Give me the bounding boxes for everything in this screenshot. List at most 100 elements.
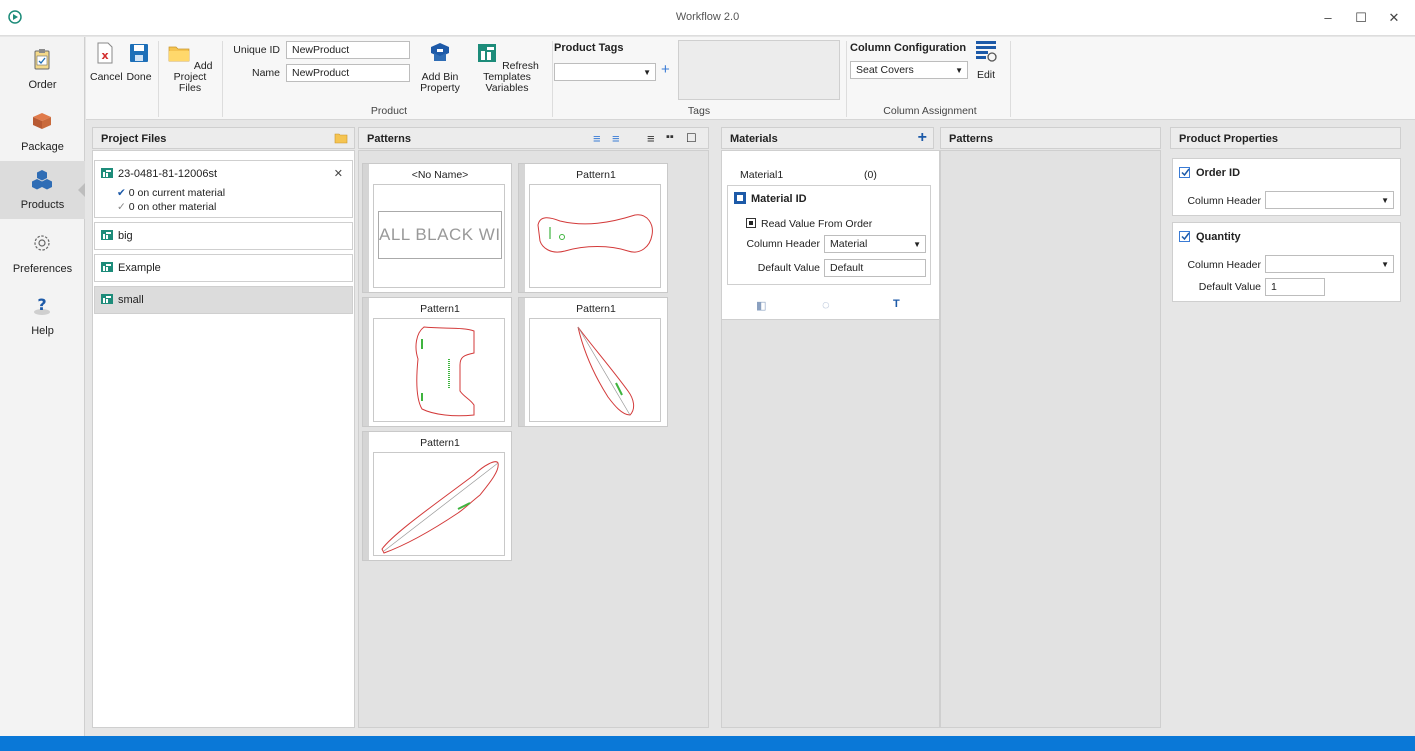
- box-icon: [33, 113, 51, 129]
- clipboard-icon: [34, 49, 50, 70]
- pattern-card[interactable]: Pattern1: [362, 431, 512, 561]
- add-project-files-button[interactable]: Add Project Files: [162, 41, 218, 94]
- pattern-shape: [381, 461, 499, 554]
- single-view-icon[interactable]: ☐: [686, 131, 697, 145]
- read-value-checkbox[interactable]: [746, 218, 756, 228]
- patterns-title: Patterns: [367, 133, 412, 145]
- columns-gear-icon: [976, 41, 997, 62]
- done-button[interactable]: Done: [124, 41, 154, 83]
- tags-group-label: Tags: [687, 105, 711, 117]
- add-bin-property-button[interactable]: Add Bin Property: [418, 41, 462, 94]
- drag-handle[interactable]: [363, 298, 369, 426]
- collapse-all-icon[interactable]: ≡: [612, 131, 620, 146]
- order-id-checkbox[interactable]: [1179, 167, 1190, 178]
- material-card[interactable]: Material1 (0) Material ID Read Value Fro…: [721, 150, 940, 320]
- pattern-preview: [529, 318, 661, 422]
- cancel-button[interactable]: x Cancel: [90, 41, 123, 83]
- drag-handle[interactable]: [519, 298, 525, 426]
- quantity-default-value-label: Default Value: [1198, 281, 1261, 293]
- active-pointer: [78, 183, 85, 197]
- product-group-label: Product: [370, 105, 408, 117]
- material-patterns-header: Patterns: [940, 127, 1161, 149]
- text-tool-icon[interactable]: T: [893, 298, 900, 310]
- close-window-button[interactable]: ✕: [1384, 8, 1404, 28]
- name-label: Name: [251, 67, 280, 79]
- side-navigation: Order Package Products Preferences ? Hel…: [0, 37, 85, 736]
- other-material-count: 0 on other material: [128, 201, 217, 213]
- minimize-button[interactable]: –: [1318, 8, 1338, 28]
- drag-handle[interactable]: [519, 164, 525, 292]
- default-value-input[interactable]: Default: [824, 259, 926, 277]
- refresh-icon[interactable]: ◌: [822, 297, 830, 312]
- quantity-checkbox[interactable]: [1179, 231, 1190, 242]
- order-id-column-header-select[interactable]: ▼: [1265, 191, 1394, 209]
- refresh-templates-button[interactable]: Refresh Templates Variables: [464, 41, 550, 94]
- project-file-card[interactable]: 23-0481-81-12006st ✕ ✔ 0 on current mate…: [94, 160, 353, 218]
- project-file-item-label: Example: [118, 262, 161, 274]
- file-icon: [101, 294, 113, 304]
- dropdown-arrow-icon: ▼: [643, 68, 651, 77]
- name-input[interactable]: NewProduct: [286, 64, 410, 82]
- project-file-item[interactable]: big: [94, 222, 353, 250]
- pattern-card[interactable]: <No Name> ALL BLACK WIRE: [362, 163, 512, 293]
- pattern-card[interactable]: Pattern1: [362, 297, 512, 427]
- quantity-card: Quantity Column Header ▼ Default Value 1: [1172, 222, 1401, 302]
- column-configuration-select[interactable]: Seat Covers ▼: [850, 61, 968, 79]
- window-title: Workflow 2.0: [675, 11, 740, 23]
- column-header-select[interactable]: Material ▼: [824, 235, 926, 253]
- nav-package[interactable]: Package: [0, 103, 85, 161]
- project-files-header: Project Files: [92, 127, 355, 149]
- quantity-column-header-select[interactable]: ▼: [1265, 255, 1394, 273]
- expand-all-icon[interactable]: ≡: [593, 131, 601, 146]
- materials-header: Materials +: [721, 127, 934, 149]
- column-configuration-value: Seat Covers: [856, 64, 914, 76]
- add-tag-button[interactable]: +: [661, 61, 670, 78]
- drag-handle[interactable]: [363, 164, 369, 292]
- grid-view-icon[interactable]: ▪▪: [666, 131, 674, 143]
- status-bar: [0, 736, 1415, 751]
- list-view-icon[interactable]: ≡: [647, 131, 655, 146]
- nav-help-label: Help: [31, 325, 54, 337]
- nav-order-label: Order: [28, 79, 57, 91]
- cubes-icon: [32, 170, 52, 190]
- pattern-card[interactable]: Pattern1: [518, 297, 668, 427]
- nav-package-label: Package: [21, 141, 64, 153]
- add-project-files-label: Add Project Files: [173, 60, 213, 94]
- add-material-button[interactable]: +: [918, 129, 927, 147]
- pattern-card[interactable]: Pattern1: [518, 163, 668, 293]
- check-icon: ✔: [117, 187, 126, 199]
- nav-preferences[interactable]: Preferences: [0, 225, 85, 283]
- patterns-header: Patterns ≡ ≡ ≡ ▪▪ ☐: [358, 127, 709, 149]
- back-icon[interactable]: ◧: [756, 299, 766, 312]
- remove-file-button[interactable]: ✕: [334, 167, 343, 180]
- pattern-shape: [415, 326, 475, 417]
- order-id-title: Order ID: [1196, 167, 1241, 179]
- nav-products[interactable]: Products: [0, 161, 85, 219]
- drag-handle[interactable]: [363, 432, 369, 560]
- quantity-column-header-label: Column Header: [1187, 259, 1261, 271]
- project-file-item-selected[interactable]: small: [94, 286, 353, 314]
- quantity-default-value-input[interactable]: 1: [1265, 278, 1325, 296]
- project-file-item-label: small: [118, 294, 144, 306]
- cancel-icon: x: [97, 42, 113, 64]
- product-properties-header: Product Properties: [1170, 127, 1401, 149]
- project-file-item[interactable]: Example: [94, 254, 353, 282]
- svg-text:?: ?: [37, 295, 46, 314]
- pattern-preview: [373, 452, 505, 556]
- edit-columns-button[interactable]: Edit: [972, 39, 1000, 81]
- pattern-preview: [373, 318, 505, 422]
- product-properties-title: Product Properties: [1179, 133, 1279, 145]
- help-icon: ?: [34, 295, 50, 315]
- open-folder-icon[interactable]: [334, 132, 348, 144]
- product-tags-select[interactable]: ▼: [554, 63, 656, 81]
- nav-help[interactable]: ? Help: [0, 287, 85, 345]
- materials-empty-area: [721, 320, 940, 728]
- maximize-button[interactable]: ☐: [1351, 8, 1371, 28]
- material-id-card: Material ID Read Value From Order Column…: [727, 185, 931, 285]
- nav-order[interactable]: Order: [0, 41, 85, 99]
- pattern-text-preview: ALL BLACK WIRE: [378, 211, 502, 259]
- refresh-templates-label: Refresh Templates Variables: [483, 60, 539, 94]
- bin-icon: [431, 43, 449, 61]
- unique-id-input[interactable]: NewProduct: [286, 41, 410, 59]
- tags-list[interactable]: [678, 40, 840, 100]
